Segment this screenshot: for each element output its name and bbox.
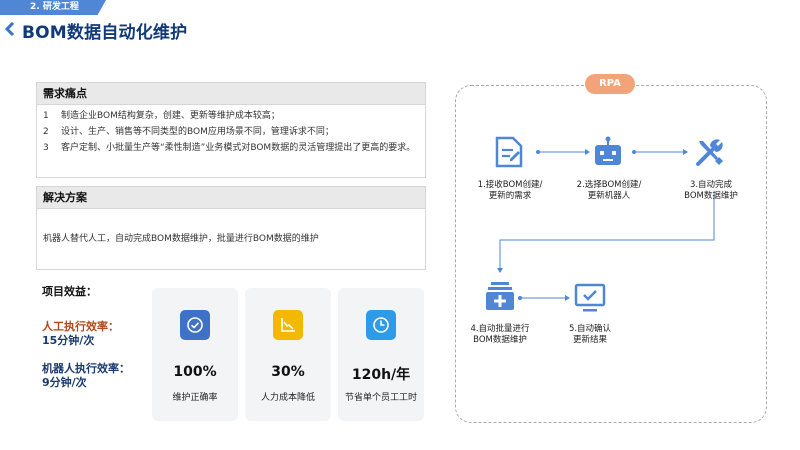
flow-step-label: 4.自动批量进行 BOM数据维护	[470, 324, 530, 345]
flow-step-label: 5.自动确认 更新结果	[568, 324, 612, 345]
batch-add-icon	[486, 282, 514, 310]
tools-icon	[696, 139, 723, 166]
flow-step-label: 3.自动完成 BOM数据维护	[684, 180, 738, 201]
flow-step-label: 2.选择BOM创建/更新机器人	[576, 180, 642, 201]
flow-step-label: 1.接收BOM创建/更新的需求	[477, 180, 543, 201]
robot-icon	[595, 136, 621, 165]
document-edit-icon	[495, 136, 523, 168]
flow-connectors	[497, 149, 715, 301]
monitor-check-icon	[574, 283, 606, 312]
